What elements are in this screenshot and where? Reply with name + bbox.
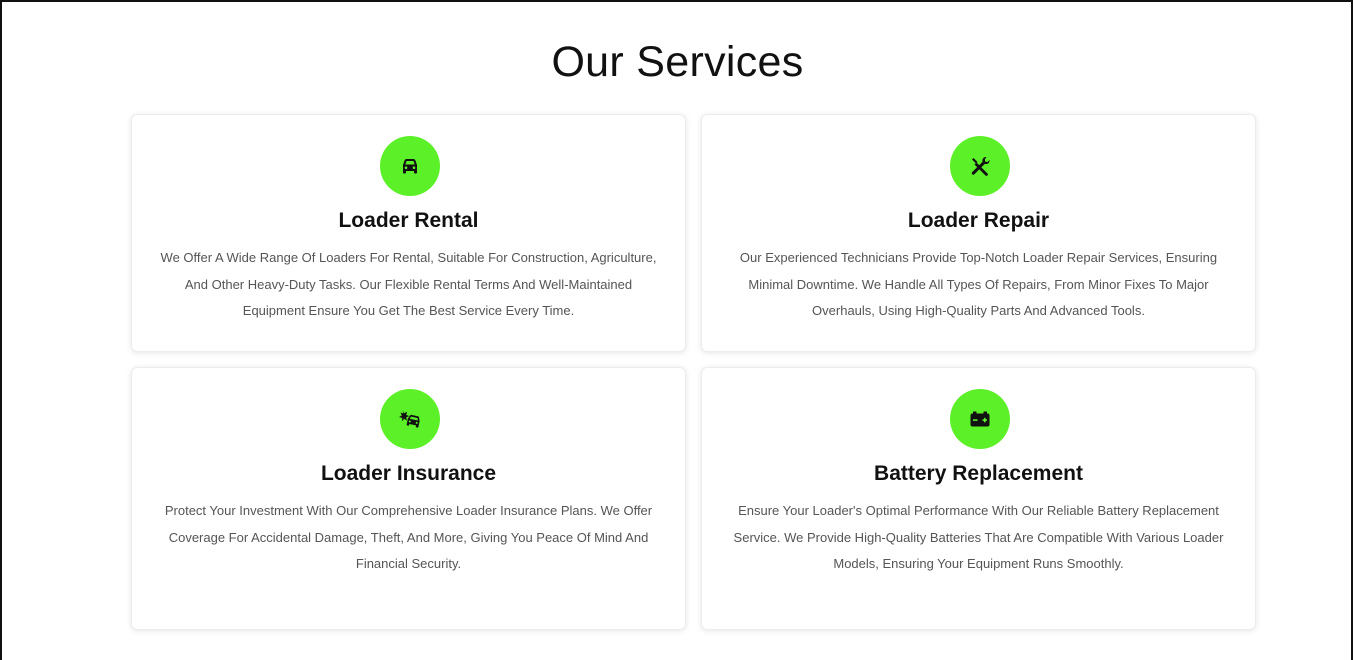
section-title: Our Services xyxy=(0,32,1355,92)
service-title: Loader Insurance xyxy=(320,462,497,485)
battery-icon xyxy=(970,411,990,427)
service-description: We Offer A Wide Range Of Loaders For Ren… xyxy=(160,250,657,318)
service-card-loader-insurance: Loader Insurance Protect Your Investment… xyxy=(131,367,686,630)
service-icon-badge xyxy=(950,136,1010,196)
section-title-prefix: Our xyxy=(551,38,637,86)
tools-icon xyxy=(971,156,990,176)
service-icon-badge xyxy=(380,136,440,196)
service-title: Loader Rental xyxy=(338,209,479,232)
service-description: Protect Your Investment With Our Compreh… xyxy=(164,503,653,571)
service-description: Our Experienced Technicians Provide Top-… xyxy=(739,250,1218,318)
car-icon xyxy=(403,159,417,174)
service-description: Ensure Your Loader's Optimal Performance… xyxy=(733,503,1224,571)
section-title-accent: Services xyxy=(636,32,804,92)
service-title: Battery Replacement xyxy=(874,462,1083,485)
service-title: Loader Repair xyxy=(907,209,1050,232)
service-card-loader-repair: Loader Repair Our Experienced Technician… xyxy=(701,114,1256,352)
service-icon-badge xyxy=(950,389,1010,449)
service-icon-badge xyxy=(380,389,440,449)
service-card-loader-rental: Loader Rental We Offer A Wide Range Of L… xyxy=(131,114,686,352)
service-card-battery-replacement: Battery Replacement Ensure Your Loader's… xyxy=(701,367,1256,630)
car-crash-icon xyxy=(399,410,420,428)
